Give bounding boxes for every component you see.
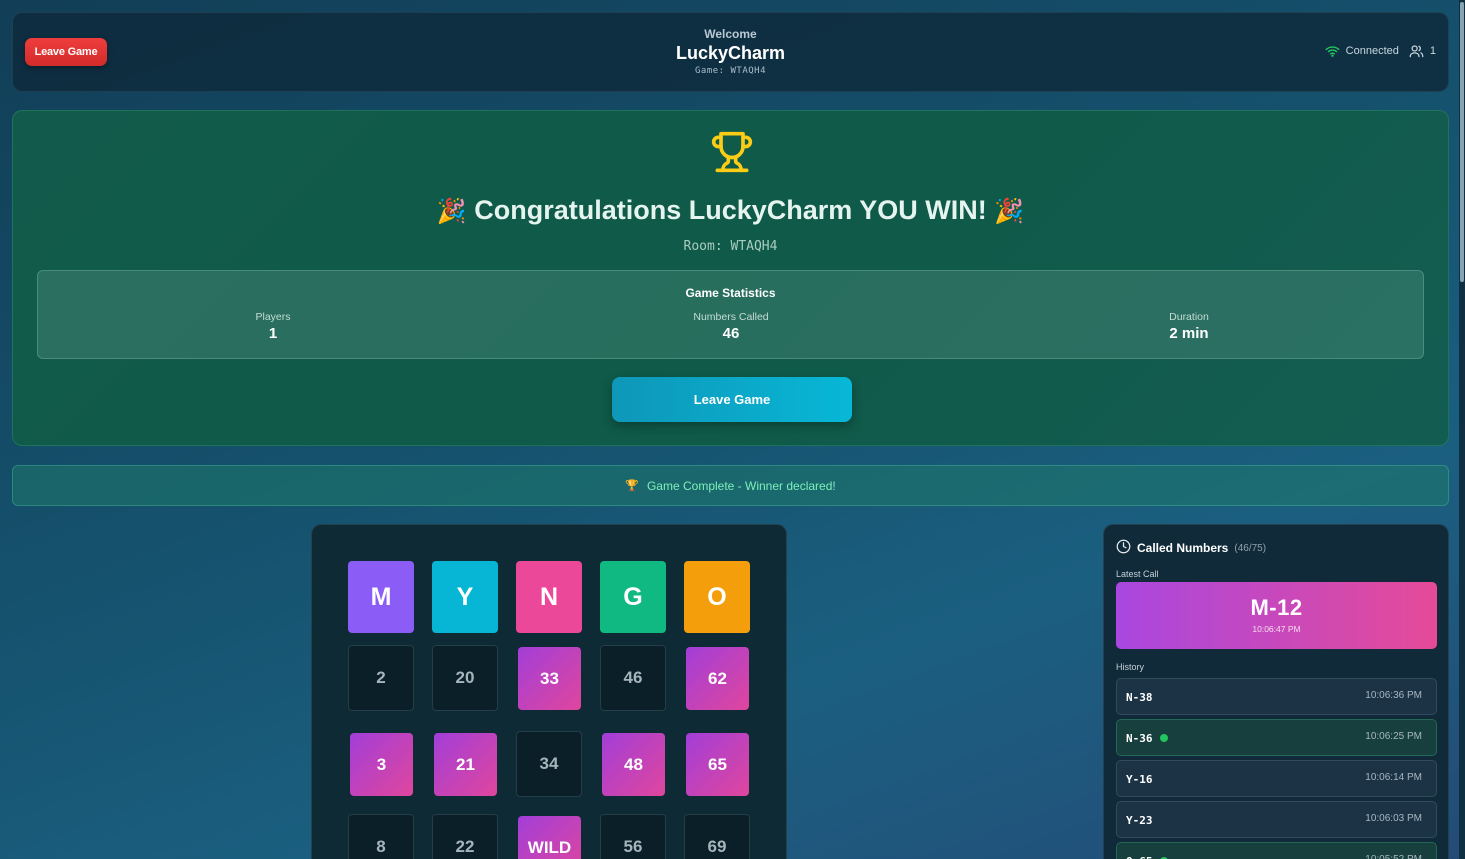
game-status-banner: 🏆 Game Complete - Winner declared!	[12, 465, 1449, 506]
bingo-cell[interactable]: 56	[600, 814, 666, 859]
wild-cell[interactable]: WILD	[518, 816, 581, 859]
history-number: Y-23	[1126, 814, 1153, 827]
bingo-card: M Y N G O 2 20 33 46 62 3 21 34 48 65 8 22 WILD 56 69	[311, 524, 787, 859]
history-number: Y-16	[1126, 773, 1153, 786]
card-header-o: O	[684, 561, 750, 633]
status-text: Game Complete - Winner declared!	[646, 478, 836, 493]
called-count: (46/75)	[1234, 542, 1267, 554]
party-popper-icon: 🎉	[436, 198, 467, 225]
history-time: 10:06:14 PM	[1365, 772, 1422, 783]
stat-value: 46	[722, 325, 740, 342]
game-code: Game: WTAQH4	[694, 66, 767, 76]
card-header-m: M	[348, 561, 414, 633]
card-header-g: G	[600, 561, 666, 633]
bingo-cell[interactable]: 20	[432, 645, 498, 711]
trophy-icon: 🏆	[625, 480, 639, 492]
called-numbers-header: Called Numbers (46/75)	[1116, 539, 1266, 557]
bingo-cell[interactable]: 2	[348, 645, 414, 711]
history-row: N-38 10:06:36 PM	[1116, 678, 1437, 715]
history-number: O-65	[1126, 855, 1153, 859]
match-dot-icon	[1160, 734, 1168, 742]
stat-duration: Duration 2 min	[1089, 311, 1289, 342]
bingo-cell[interactable]: 34	[516, 731, 582, 797]
connection-status: Connected 1	[1325, 44, 1436, 58]
history-row: O-65 10:05:52 PM	[1116, 842, 1437, 859]
connection-label: Connected	[1345, 45, 1399, 57]
history-time: 10:06:03 PM	[1365, 813, 1422, 824]
clock-icon	[1116, 539, 1131, 557]
stat-players: Players 1	[173, 311, 373, 342]
latest-call-label: Latest Call	[1116, 569, 1159, 579]
stats-title: Game Statistics	[685, 286, 776, 300]
player-count: 1	[1429, 45, 1436, 57]
welcome-label: Welcome	[704, 27, 757, 41]
scrollbar-thumb[interactable]	[1460, 2, 1464, 282]
welcome-block: Welcome LuckyCharm Game: WTAQH4	[13, 27, 1448, 76]
bingo-cell[interactable]: 48	[602, 733, 665, 796]
history-row: N-36 10:06:25 PM	[1116, 719, 1437, 756]
stat-label: Duration	[1169, 311, 1209, 323]
stat-label: Players	[255, 311, 291, 323]
latest-call-time: 10:06:47 PM	[1252, 624, 1301, 634]
bingo-cell[interactable]: 8	[348, 814, 414, 859]
bingo-cell[interactable]: 21	[434, 733, 497, 796]
stat-label: Numbers Called	[693, 311, 769, 323]
party-popper-icon: 🎉	[994, 198, 1025, 225]
history-number: N-36	[1126, 732, 1153, 745]
win-title: 🎉 Congratulations LuckyCharm YOU WIN! 🎉	[13, 195, 1448, 226]
bingo-cell[interactable]: 46	[600, 645, 666, 711]
history-time: 10:06:25 PM	[1365, 731, 1422, 742]
latest-call: M-12 10:06:47 PM	[1116, 582, 1437, 649]
bingo-cell[interactable]: 65	[686, 733, 749, 796]
player-name: LuckyCharm	[675, 43, 786, 63]
win-title-text: Congratulations LuckyCharm YOU WIN!	[474, 195, 987, 225]
top-header: Leave Game Welcome LuckyCharm Game: WTAQ…	[12, 12, 1449, 92]
game-statistics: Game Statistics Players 1 Numbers Called…	[37, 270, 1424, 359]
stat-value: 1	[268, 325, 278, 342]
called-numbers-title: Called Numbers	[1137, 541, 1229, 555]
trophy-icon	[710, 129, 754, 180]
history-time: 10:05:52 PM	[1365, 854, 1422, 859]
bingo-cell[interactable]: 22	[432, 814, 498, 859]
bingo-cell[interactable]: 3	[350, 733, 413, 796]
stat-value: 2 min	[1169, 325, 1209, 342]
bingo-cell[interactable]: 33	[518, 647, 581, 710]
bingo-cell[interactable]: 62	[686, 647, 749, 710]
called-numbers-panel: Called Numbers (46/75) Latest Call M-12 …	[1103, 524, 1449, 859]
leave-game-button[interactable]: Leave Game	[612, 377, 852, 422]
history-row: Y-23 10:06:03 PM	[1116, 801, 1437, 838]
history-row: Y-16 10:06:14 PM	[1116, 760, 1437, 797]
latest-call-number: M-12	[1250, 595, 1303, 620]
win-panel: 🎉 Congratulations LuckyCharm YOU WIN! 🎉 …	[12, 110, 1449, 446]
room-code: Room: WTAQH4	[683, 239, 778, 254]
history-time: 10:06:36 PM	[1365, 690, 1422, 701]
card-header-y: Y	[432, 561, 498, 633]
history-label: History	[1116, 662, 1145, 672]
card-header-n: N	[516, 561, 582, 633]
bingo-cell[interactable]: 69	[684, 814, 750, 859]
stat-numbers-called: Numbers Called 46	[631, 311, 831, 342]
page-scrollbar[interactable]	[1459, 0, 1465, 859]
history-number: N-38	[1126, 691, 1153, 704]
players-icon	[1409, 44, 1424, 58]
wifi-icon	[1325, 45, 1340, 57]
